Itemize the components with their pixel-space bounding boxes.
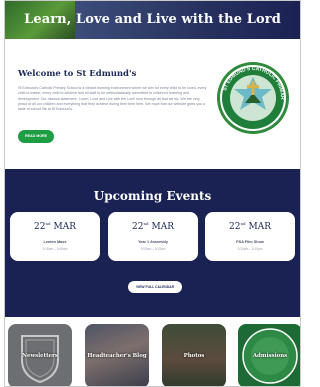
event-card[interactable]: 22nd MAR PSA Film Show 3:30pm – 5:15pm [205,212,295,261]
tile-label: Headteacher's Blog [87,352,147,359]
event-month: MAR [151,222,174,232]
tile-headteachers-blog[interactable]: Headteacher's Blog [85,324,149,386]
event-time: 3:30pm – 5:15pm [237,247,263,251]
event-month: MAR [53,222,76,232]
event-title: Lenten Mass [43,240,67,244]
event-title: PSA Film Show [236,240,264,244]
quick-links: Newsletters Headteacher's Blog Photos Ad… [5,317,300,386]
event-time: 9:00am – 9:15am [140,247,166,251]
tile-label: Newsletters [22,352,58,359]
event-date: 22nd MAR [205,221,295,232]
events-section: Upcoming Events 22nd MAR Lenten Mass 9:1… [5,169,300,317]
events-heading: Upcoming Events [93,189,212,203]
read-more-button[interactable]: READ MORE [18,130,54,143]
tile-photos[interactable]: Photos [162,324,226,386]
school-crest-logo: ST EDMUND'S CATHOLIC PRIMARY [215,59,289,134]
welcome-paragraph: St Edmund's Catholic Primary School is a… [18,86,207,112]
event-day-suffix: nd [45,221,51,226]
hero-banner: Learn, Love and Live with the Lord [5,1,300,39]
tile-admissions[interactable]: Admissions [238,324,300,386]
tile-label: Photos [183,352,205,359]
event-month: MAR [248,222,271,232]
event-date: 22nd MAR [10,221,100,232]
event-card[interactable]: 22nd MAR Year 1 Assembly 9:00am – 9:15am [108,212,198,261]
event-day: 22 [229,222,241,232]
welcome-section: Welcome to St Edmund's St Edmund's Catho… [5,39,300,169]
hero-title: Learn, Love and Live with the Lord [24,12,281,27]
tile-label: Admissions [252,352,288,359]
event-date: 22nd MAR [108,221,198,232]
welcome-heading: Welcome to St Edmund's [18,69,137,79]
event-time: 9:15am – 9:45am [42,247,68,251]
tile-newsletters[interactable]: Newsletters [8,324,72,386]
view-full-calendar-button[interactable]: VIEW FULL CALENDAR [128,281,182,293]
event-title: Year 1 Assembly [137,240,169,244]
event-day: 22 [132,222,144,232]
event-day-suffix: nd [143,221,149,226]
page: Learn, Love and Live with the Lord Welco… [4,0,301,387]
event-day-suffix: nd [240,221,246,226]
event-day: 22 [34,222,46,232]
event-card[interactable]: 22nd MAR Lenten Mass 9:15am – 9:45am [10,212,100,261]
